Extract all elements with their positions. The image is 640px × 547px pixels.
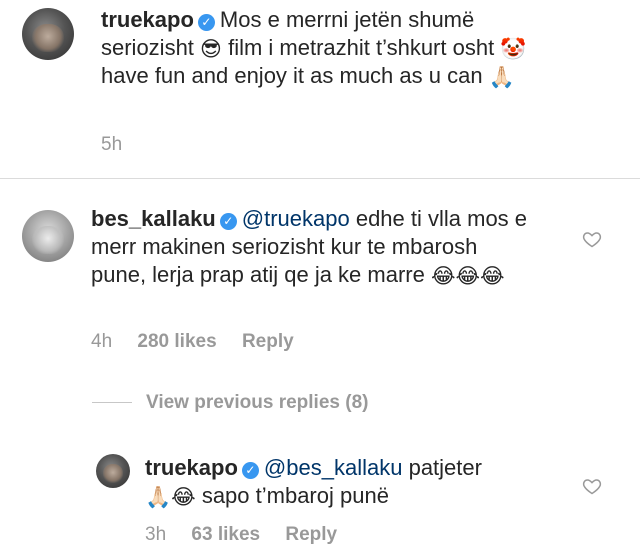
- comment-username[interactable]: bes_kallaku: [91, 206, 216, 231]
- comment-timestamp: 4h: [91, 331, 113, 352]
- caption-text: truekapo ✓ Mos e merrni jetën shumë serioz…: [101, 6, 531, 90]
- verified-badge-icon: ✓: [241, 462, 259, 479]
- caption-avatar[interactable]: [22, 8, 74, 60]
- post-caption: truekapo ✓ Mos e merrni jetën shumë serioz…: [0, 0, 640, 178]
- avatar-face: [32, 23, 64, 53]
- sunglasses-emoji-icon: 😎: [200, 38, 222, 61]
- folded-hands-tears-of-joy-emoji-icon: 🙏🏻😂: [145, 486, 196, 509]
- comment-avatar[interactable]: [22, 210, 74, 262]
- comment-mention-link[interactable]: @truekapo: [242, 206, 350, 231]
- view-previous-replies-label[interactable]: View previous replies (8): [146, 392, 368, 413]
- verified-badge-icon: ✓: [219, 213, 237, 230]
- comment-reply-button[interactable]: Reply: [242, 331, 294, 352]
- reply-mention-link[interactable]: @bes_kallaku: [264, 455, 403, 480]
- reply-reply-button[interactable]: Reply: [285, 524, 337, 545]
- comment-likes-link[interactable]: 280 likes: [137, 331, 216, 352]
- reply-body-part-1: patjeter: [408, 455, 482, 480]
- reply-text: truekapo ✓ @bes_kallaku patjeter 🙏🏻😂 sapo …: [145, 454, 535, 510]
- avatar-face: [32, 225, 64, 255]
- avatar-face: [102, 464, 124, 483]
- comment-text: bes_kallaku ✓ @truekapo edhe ti vlla mos e…: [91, 205, 531, 289]
- caption-timestamp: 5h: [101, 134, 123, 155]
- caption-meta: 5h: [101, 134, 142, 156]
- caption-username[interactable]: truekapo: [101, 7, 194, 32]
- reply-timestamp: 3h: [145, 524, 167, 545]
- reply-avatar[interactable]: [96, 454, 130, 488]
- folded-hands-emoji-icon: 🙏🏻: [488, 66, 515, 89]
- caption-text-part-3: have fun and enjoy it as much as u can: [101, 63, 483, 88]
- heart-outline-icon[interactable]: [582, 476, 602, 496]
- tears-of-joy-emoji-icon: 😂😂😂: [430, 265, 505, 288]
- reply-body-part-2: sapo t’mbaroj punë: [201, 483, 389, 508]
- caption-text-part-2: film i metrazhit t’shkurt osht: [228, 35, 495, 60]
- clown-emoji-icon: 🤡: [500, 38, 527, 61]
- caption-divider: [0, 178, 640, 179]
- reply-meta: 3h 63 likes Reply: [145, 524, 357, 546]
- view-previous-replies[interactable]: View previous replies (8): [92, 392, 368, 414]
- heart-outline-icon[interactable]: [582, 229, 602, 249]
- comment-meta: 4h 280 likes Reply: [91, 331, 314, 353]
- replies-line-divider: [92, 402, 132, 404]
- verified-badge-icon: ✓: [197, 14, 215, 31]
- reply-username[interactable]: truekapo: [145, 455, 238, 480]
- reply-likes-link[interactable]: 63 likes: [191, 524, 260, 545]
